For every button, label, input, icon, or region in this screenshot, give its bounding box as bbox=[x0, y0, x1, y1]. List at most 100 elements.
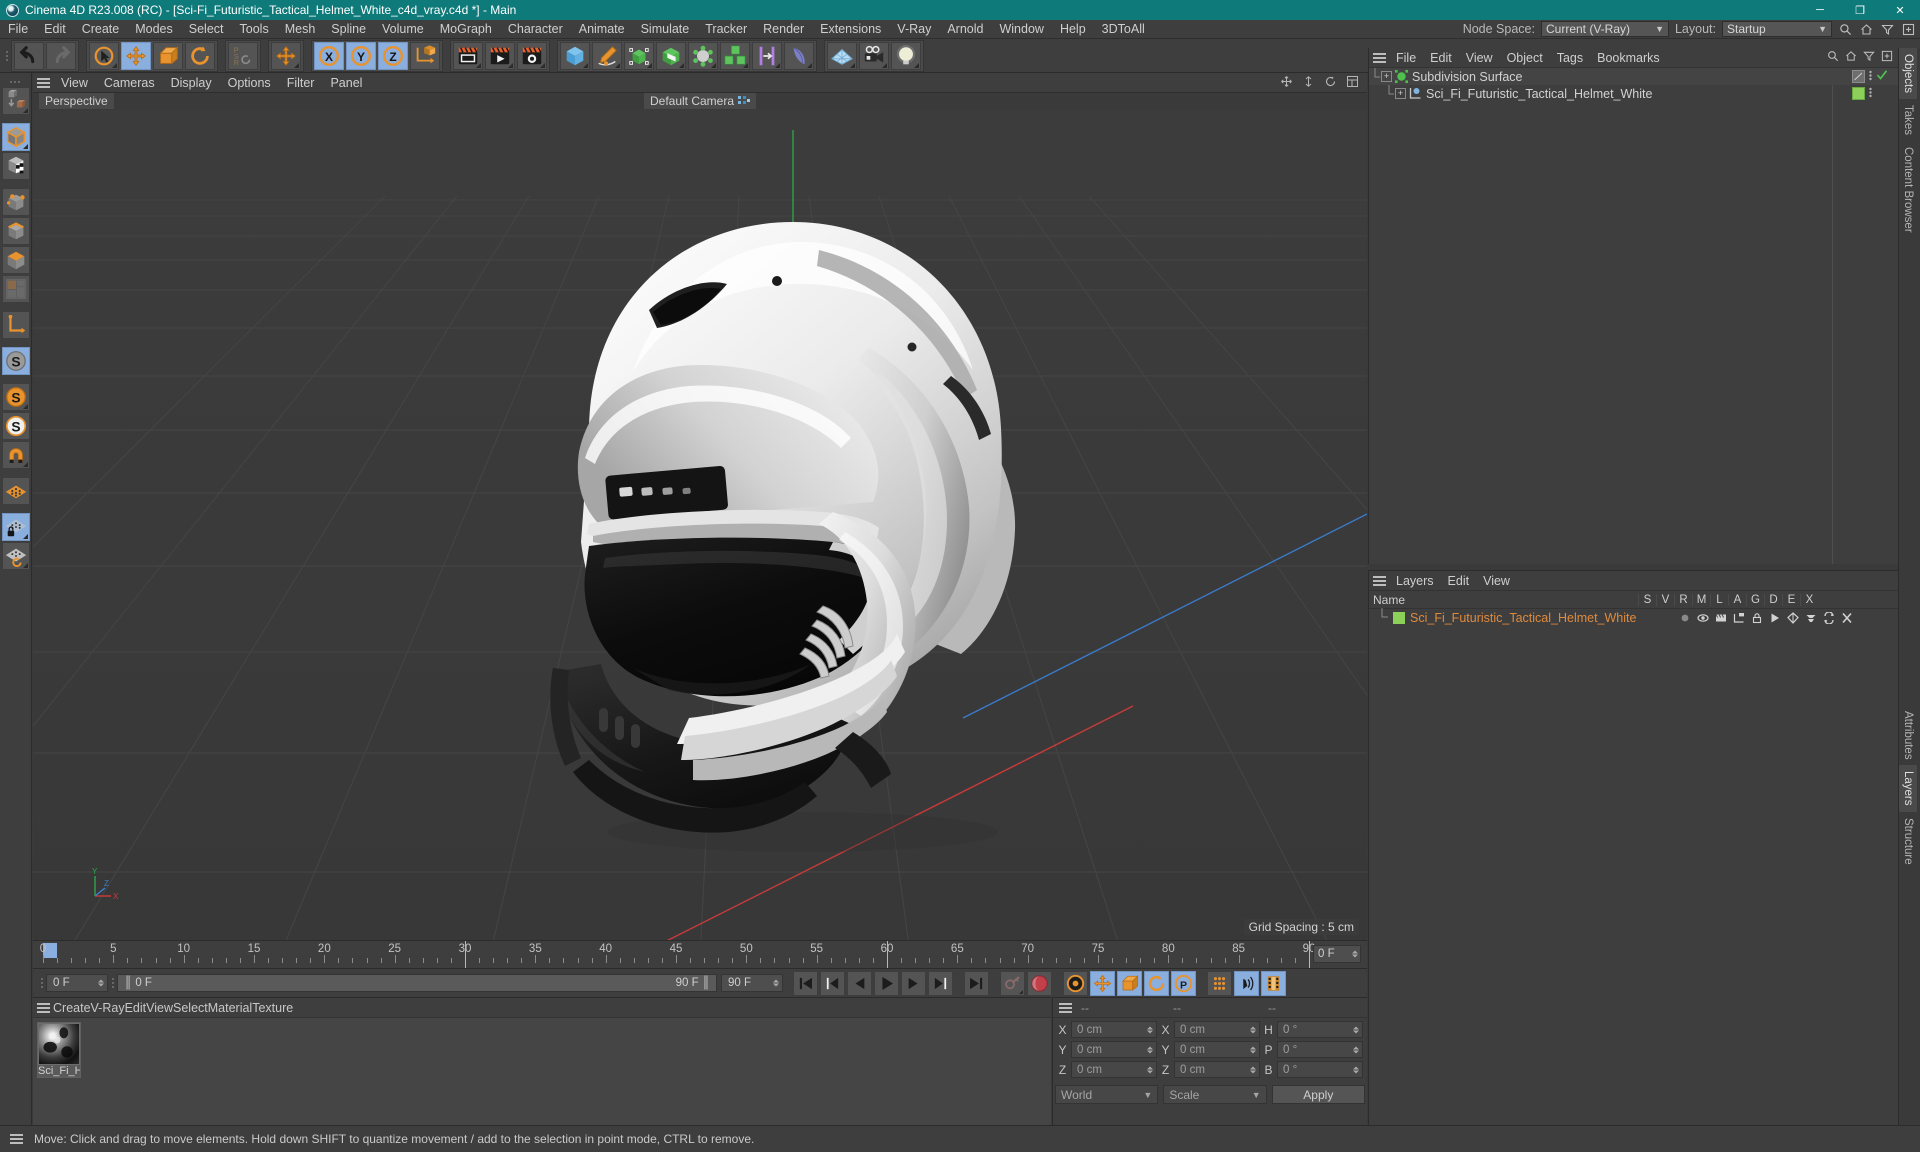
move-axis-tool[interactable] bbox=[271, 41, 301, 70]
material-menu-texture[interactable]: Texture bbox=[252, 1001, 293, 1015]
home-icon[interactable] bbox=[1859, 22, 1874, 37]
stepper-icon[interactable] bbox=[1353, 1026, 1359, 1033]
object-menu-bookmarks[interactable]: Bookmarks bbox=[1590, 51, 1667, 65]
coord-field-size-y[interactable]: 0 cm bbox=[1174, 1041, 1260, 1058]
go-to-start-button[interactable] bbox=[793, 970, 818, 996]
coordinates-menu-icon[interactable] bbox=[1055, 1000, 1075, 1016]
menu-item-modes[interactable]: Modes bbox=[127, 20, 181, 39]
layers-column-e[interactable]: E bbox=[1782, 593, 1800, 606]
make-editable-button[interactable] bbox=[2, 87, 30, 115]
menu-item-help[interactable]: Help bbox=[1052, 20, 1094, 39]
document-end-frame-field[interactable]: 90 F bbox=[721, 974, 783, 992]
menu-item-simulate[interactable]: Simulate bbox=[633, 20, 698, 39]
texture-mode-button[interactable] bbox=[2, 152, 30, 180]
material-menu-select[interactable]: Select bbox=[173, 1001, 208, 1015]
model-mode-button[interactable] bbox=[2, 123, 30, 151]
material-list[interactable]: Sci_Fi_He bbox=[33, 1018, 1051, 1125]
viewport-menu-filter[interactable]: Filter bbox=[279, 76, 323, 90]
layers-menu-view[interactable]: View bbox=[1476, 574, 1517, 588]
render-view-button[interactable] bbox=[453, 41, 483, 70]
material-tag-icon[interactable] bbox=[1852, 87, 1865, 100]
go-to-next-frame-button[interactable] bbox=[901, 970, 926, 996]
viewport-menu-cameras[interactable]: Cameras bbox=[96, 76, 163, 90]
add-deformer-button[interactable] bbox=[656, 41, 686, 70]
expand-toggle-icon[interactable]: + bbox=[1381, 71, 1392, 82]
menu-item-animate[interactable]: Animate bbox=[571, 20, 633, 39]
vtab-takes[interactable]: Takes bbox=[1899, 99, 1917, 141]
stepper-icon[interactable] bbox=[773, 979, 779, 987]
vtab-objects[interactable]: Objects bbox=[1899, 48, 1917, 99]
menu-item-arnold[interactable]: Arnold bbox=[939, 20, 991, 39]
timeline-button[interactable] bbox=[1261, 970, 1286, 996]
coord-field-rotation-p[interactable]: 0 ° bbox=[1277, 1041, 1363, 1058]
search-icon[interactable] bbox=[1838, 22, 1853, 37]
layers-menu-edit[interactable]: Edit bbox=[1441, 574, 1477, 588]
object-axis-button[interactable]: S bbox=[2, 383, 30, 411]
menu-item-volume[interactable]: Volume bbox=[374, 20, 432, 39]
expression-icon[interactable] bbox=[1820, 612, 1838, 624]
material-menu-material[interactable]: Material bbox=[208, 1001, 252, 1015]
stepper-icon[interactable] bbox=[1147, 1046, 1153, 1053]
vtab-content-browser[interactable]: Content Browser bbox=[1899, 141, 1917, 239]
current-frame-field[interactable]: 0 F bbox=[46, 974, 108, 992]
vtab-layers[interactable]: Layers bbox=[1899, 765, 1917, 812]
psr-toggle[interactable]: PSR bbox=[228, 41, 258, 70]
add-spline-button[interactable] bbox=[592, 41, 622, 70]
coord-field-size-z[interactable]: 0 cm bbox=[1174, 1061, 1260, 1078]
viewport-menu-display[interactable]: Display bbox=[163, 76, 220, 90]
stepper-icon[interactable] bbox=[1250, 1026, 1256, 1033]
layers-column-r[interactable]: R bbox=[1674, 593, 1692, 606]
object-row[interactable]: + Subdivision Surface bbox=[1369, 68, 1898, 85]
viewport-menu-panel[interactable]: Panel bbox=[322, 76, 370, 90]
viewport-maximize-icon[interactable] bbox=[1346, 75, 1359, 91]
enabled-check-icon[interactable] bbox=[1876, 69, 1888, 84]
object-tree[interactable]: + Subdivision Surface + Sci_Fi_Futuristic_T… bbox=[1369, 68, 1898, 564]
layers-column-x[interactable]: X bbox=[1800, 593, 1818, 606]
menu-item-spline[interactable]: Spline bbox=[323, 20, 374, 39]
generator-icon[interactable] bbox=[1784, 612, 1802, 624]
filter-icon[interactable] bbox=[1880, 22, 1895, 37]
add-light-button[interactable] bbox=[891, 41, 921, 70]
xref-icon[interactable] bbox=[1838, 612, 1856, 624]
solo-dot-icon[interactable] bbox=[1676, 612, 1694, 624]
layers-menu-layers[interactable]: Layers bbox=[1389, 574, 1441, 588]
go-to-end-button[interactable] bbox=[964, 970, 989, 996]
record-active-objects-button[interactable] bbox=[1000, 970, 1025, 996]
status-menu-icon[interactable] bbox=[6, 1131, 26, 1147]
stepper-icon[interactable] bbox=[1147, 1066, 1153, 1073]
coord-field-rotation-b[interactable]: 0 ° bbox=[1277, 1061, 1363, 1078]
stepper-icon[interactable] bbox=[1250, 1046, 1256, 1053]
menu-item-extensions[interactable]: Extensions bbox=[812, 20, 889, 39]
menu-item-create[interactable]: Create bbox=[74, 20, 128, 39]
lock-y-axis-button[interactable]: Y bbox=[346, 41, 376, 70]
add-camera-button[interactable] bbox=[859, 41, 889, 70]
viewport-menu-options[interactable]: Options bbox=[220, 76, 279, 90]
menu-item-render[interactable]: Render bbox=[755, 20, 812, 39]
menu-item-character[interactable]: Character bbox=[500, 20, 571, 39]
add-panel-icon[interactable] bbox=[1901, 22, 1916, 37]
add-generator-button[interactable] bbox=[624, 41, 654, 70]
apply-button[interactable]: Apply bbox=[1271, 1085, 1365, 1104]
menu-item-window[interactable]: Window bbox=[991, 20, 1051, 39]
object-menu-tags[interactable]: Tags bbox=[1550, 51, 1590, 65]
add-cube-button[interactable] bbox=[560, 41, 590, 70]
points-mode-button[interactable] bbox=[2, 188, 30, 216]
layers-rows[interactable]: Sci_Fi_Futuristic_Tactical_Helmet_White bbox=[1369, 607, 1898, 627]
stepper-icon[interactable] bbox=[1353, 1046, 1359, 1053]
transform-mode-dropdown[interactable]: Scale ▼ bbox=[1163, 1085, 1267, 1104]
menu-item-mesh[interactable]: Mesh bbox=[277, 20, 324, 39]
object-menu-object[interactable]: Object bbox=[1500, 51, 1550, 65]
viewport-menu-icon[interactable] bbox=[33, 75, 53, 91]
menu-item-3dtoall[interactable]: 3DToAll bbox=[1094, 20, 1153, 39]
keyframe-selection-button[interactable] bbox=[1063, 970, 1088, 996]
add-hair-button[interactable] bbox=[784, 41, 814, 70]
coord-field-position-x[interactable]: 0 cm bbox=[1071, 1021, 1157, 1038]
deformer-icon[interactable] bbox=[1802, 612, 1820, 624]
menu-item-tracker[interactable]: Tracker bbox=[697, 20, 755, 39]
menu-item-file[interactable]: File bbox=[0, 20, 36, 39]
viewport-projection-label[interactable]: Perspective bbox=[39, 93, 114, 109]
material-menu-create[interactable]: Create bbox=[53, 1001, 91, 1015]
add-scene-object-button[interactable] bbox=[688, 41, 718, 70]
viewport-pan-icon[interactable] bbox=[1280, 75, 1293, 91]
coord-field-position-z[interactable]: 0 cm bbox=[1071, 1061, 1157, 1078]
